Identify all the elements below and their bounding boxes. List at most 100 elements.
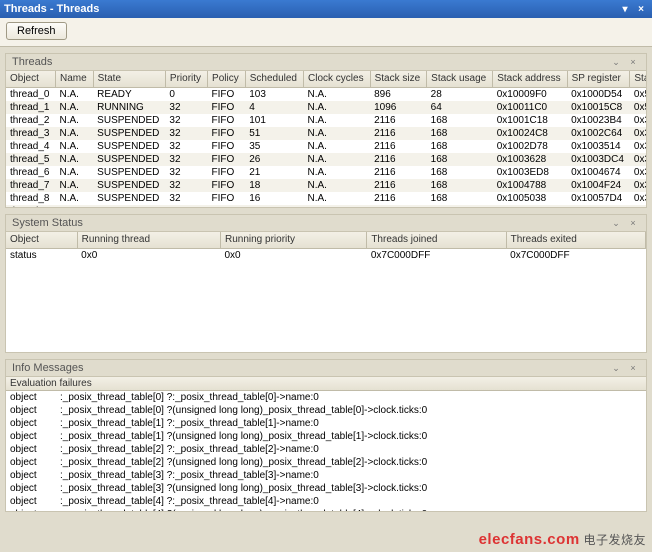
cell: thread_7	[6, 179, 55, 192]
table-row[interactable]: thread_0N.A.READY0FIFO103N.A.896280x1000…	[6, 87, 646, 101]
cell: 0x10015C8	[567, 101, 630, 114]
pin-icon[interactable]: ▾	[618, 2, 632, 16]
cell: thread_1	[6, 101, 55, 114]
close-icon[interactable]: ×	[626, 362, 640, 374]
list-item[interactable]: object:_posix_thread_table[2] ?:_posix_t…	[6, 443, 646, 456]
col-threads-joined[interactable]: Threads joined	[367, 232, 506, 248]
list-item[interactable]: object:_posix_thread_table[2] ?(unsigned…	[6, 456, 646, 469]
close-icon[interactable]: ×	[626, 217, 640, 229]
cell: 26	[245, 153, 303, 166]
table-row[interactable]: status0x00x00x7C000DFF0x7C000DFF	[6, 248, 646, 262]
cell: 0x10009F0	[493, 87, 567, 101]
cell: 32	[165, 153, 207, 166]
cell: 0x1004F24	[567, 179, 630, 192]
cell: 0x10058E8	[493, 205, 567, 208]
col-state[interactable]: State	[93, 71, 165, 87]
col-stack-usage[interactable]: Stack usage	[427, 71, 493, 87]
table-row[interactable]: thread_3N.A.SUSPENDED32FIFO51N.A.2116168…	[6, 127, 646, 140]
col-threads-exited[interactable]: Threads exited	[506, 232, 645, 248]
message-text: :_posix_thread_table[2] ?(unsigned long …	[60, 456, 427, 469]
cell: 64	[427, 101, 493, 114]
watermark: elecfans.com 电子发烧友	[479, 531, 646, 548]
close-icon[interactable]: ×	[634, 2, 648, 16]
table-row[interactable]: thread_6N.A.SUSPENDED32FIFO21N.A.2116168…	[6, 166, 646, 179]
cell: 168	[427, 166, 493, 179]
message-text: :_posix_thread_table[4] ?:_posix_thread_…	[60, 495, 319, 508]
col-running-priority[interactable]: Running priority	[220, 232, 366, 248]
list-item[interactable]: object:_posix_thread_table[3] ?:_posix_t…	[6, 469, 646, 482]
list-item[interactable]: object:_posix_thread_table[4] ?:_posix_t…	[6, 495, 646, 508]
cell: 168	[427, 140, 493, 153]
cell: N.A.	[304, 179, 371, 192]
cell: status	[6, 248, 77, 262]
list-item[interactable]: object:_posix_thread_table[4] ?(unsigned…	[6, 508, 646, 511]
table-row[interactable]: thread_7N.A.SUSPENDED32FIFO18N.A.2116168…	[6, 179, 646, 192]
cell: 0x7C000DFF	[367, 248, 506, 262]
close-icon[interactable]: ×	[626, 56, 640, 68]
system-status-title: System Status	[12, 217, 83, 229]
col-policy[interactable]: Policy	[208, 71, 246, 87]
table-row[interactable]: thread_8N.A.SUSPENDED32FIFO16N.A.2116168…	[6, 192, 646, 205]
cell: 32	[165, 205, 207, 208]
threads-grid[interactable]: ObjectNameStatePriorityPolicyScheduledCl…	[6, 71, 646, 207]
message-label: object	[10, 430, 60, 443]
cell: 103	[245, 87, 303, 101]
cell: 0x1000D54	[567, 87, 630, 101]
cell: thread_3	[6, 127, 55, 140]
collapse-icon[interactable]: ⌄	[609, 56, 623, 68]
cell: SUSPENDED	[93, 192, 165, 205]
table-row[interactable]: thread_4N.A.SUSPENDED32FIFO35N.A.2116168…	[6, 140, 646, 153]
table-row[interactable]: thread_9N.A.SUSPENDED32FIFO14N.A.2116168…	[6, 205, 646, 208]
collapse-icon[interactable]: ⌄	[609, 362, 623, 374]
cell: 32	[165, 114, 207, 127]
table-row[interactable]: thread_1N.A.RUNNING32FIFO4N.A.1096640x10…	[6, 101, 646, 114]
col-object[interactable]: Object	[6, 232, 77, 248]
cell: 32	[165, 192, 207, 205]
table-row[interactable]: thread_5N.A.SUSPENDED32FIFO26N.A.2116168…	[6, 153, 646, 166]
threads-columns[interactable]: ObjectNameStatePriorityPolicyScheduledCl…	[6, 71, 646, 87]
collapse-icon[interactable]: ⌄	[609, 217, 623, 229]
cell: 32	[165, 140, 207, 153]
col-start-address[interactable]: Start address	[630, 71, 646, 87]
info-messages-list[interactable]: object:_posix_thread_table[0] ?:_posix_t…	[6, 391, 646, 511]
col-object[interactable]: Object	[6, 71, 55, 87]
cell: 0x1005038	[493, 192, 567, 205]
col-priority[interactable]: Priority	[165, 71, 207, 87]
list-item[interactable]: object:_posix_thread_table[0] ?:_posix_t…	[6, 391, 646, 404]
cell: FIFO	[208, 87, 246, 101]
list-item[interactable]: object:_posix_thread_table[1] ?(unsigned…	[6, 430, 646, 443]
col-running-thread[interactable]: Running thread	[77, 232, 220, 248]
message-label: object	[10, 469, 60, 482]
refresh-button[interactable]: Refresh	[6, 22, 67, 40]
list-item[interactable]: object:_posix_thread_table[3] ?(unsigned…	[6, 482, 646, 495]
col-clock-cycles[interactable]: Clock cycles	[304, 71, 371, 87]
cell: 0x3EA4	[630, 179, 646, 192]
cell: RUNNING	[93, 101, 165, 114]
col-name[interactable]: Name	[55, 71, 93, 87]
cell: N.A.	[55, 205, 93, 208]
evaluation-failures-header: Evaluation failures	[6, 377, 646, 391]
cell: 0x3EA4	[630, 192, 646, 205]
system-status-grid[interactable]: ObjectRunning threadRunning priorityThre…	[6, 232, 646, 352]
table-row[interactable]: thread_2N.A.SUSPENDED32FIFO101N.A.211616…	[6, 114, 646, 127]
cell: 16	[245, 192, 303, 205]
message-label: object	[10, 482, 60, 495]
cell: 0x1006084	[567, 205, 630, 208]
list-item[interactable]: object:_posix_thread_table[1] ?:_posix_t…	[6, 417, 646, 430]
col-sp-register[interactable]: SP register	[567, 71, 630, 87]
col-stack-size[interactable]: Stack size	[370, 71, 427, 87]
col-stack-address[interactable]: Stack address	[493, 71, 567, 87]
cell: 168	[427, 153, 493, 166]
cell: N.A.	[55, 114, 93, 127]
cell: 0x3EA4	[630, 127, 646, 140]
cell: FIFO	[208, 153, 246, 166]
cell: 2116	[370, 166, 427, 179]
cell: 0x7C000DFF	[506, 248, 645, 262]
list-item[interactable]: object:_posix_thread_table[0] ?(unsigned…	[6, 404, 646, 417]
cell: 0x1001C18	[493, 114, 567, 127]
cell: N.A.	[304, 87, 371, 101]
system-status-columns[interactable]: ObjectRunning threadRunning priorityThre…	[6, 232, 646, 248]
col-scheduled[interactable]: Scheduled	[245, 71, 303, 87]
cell: SUSPENDED	[93, 127, 165, 140]
message-label: object	[10, 495, 60, 508]
